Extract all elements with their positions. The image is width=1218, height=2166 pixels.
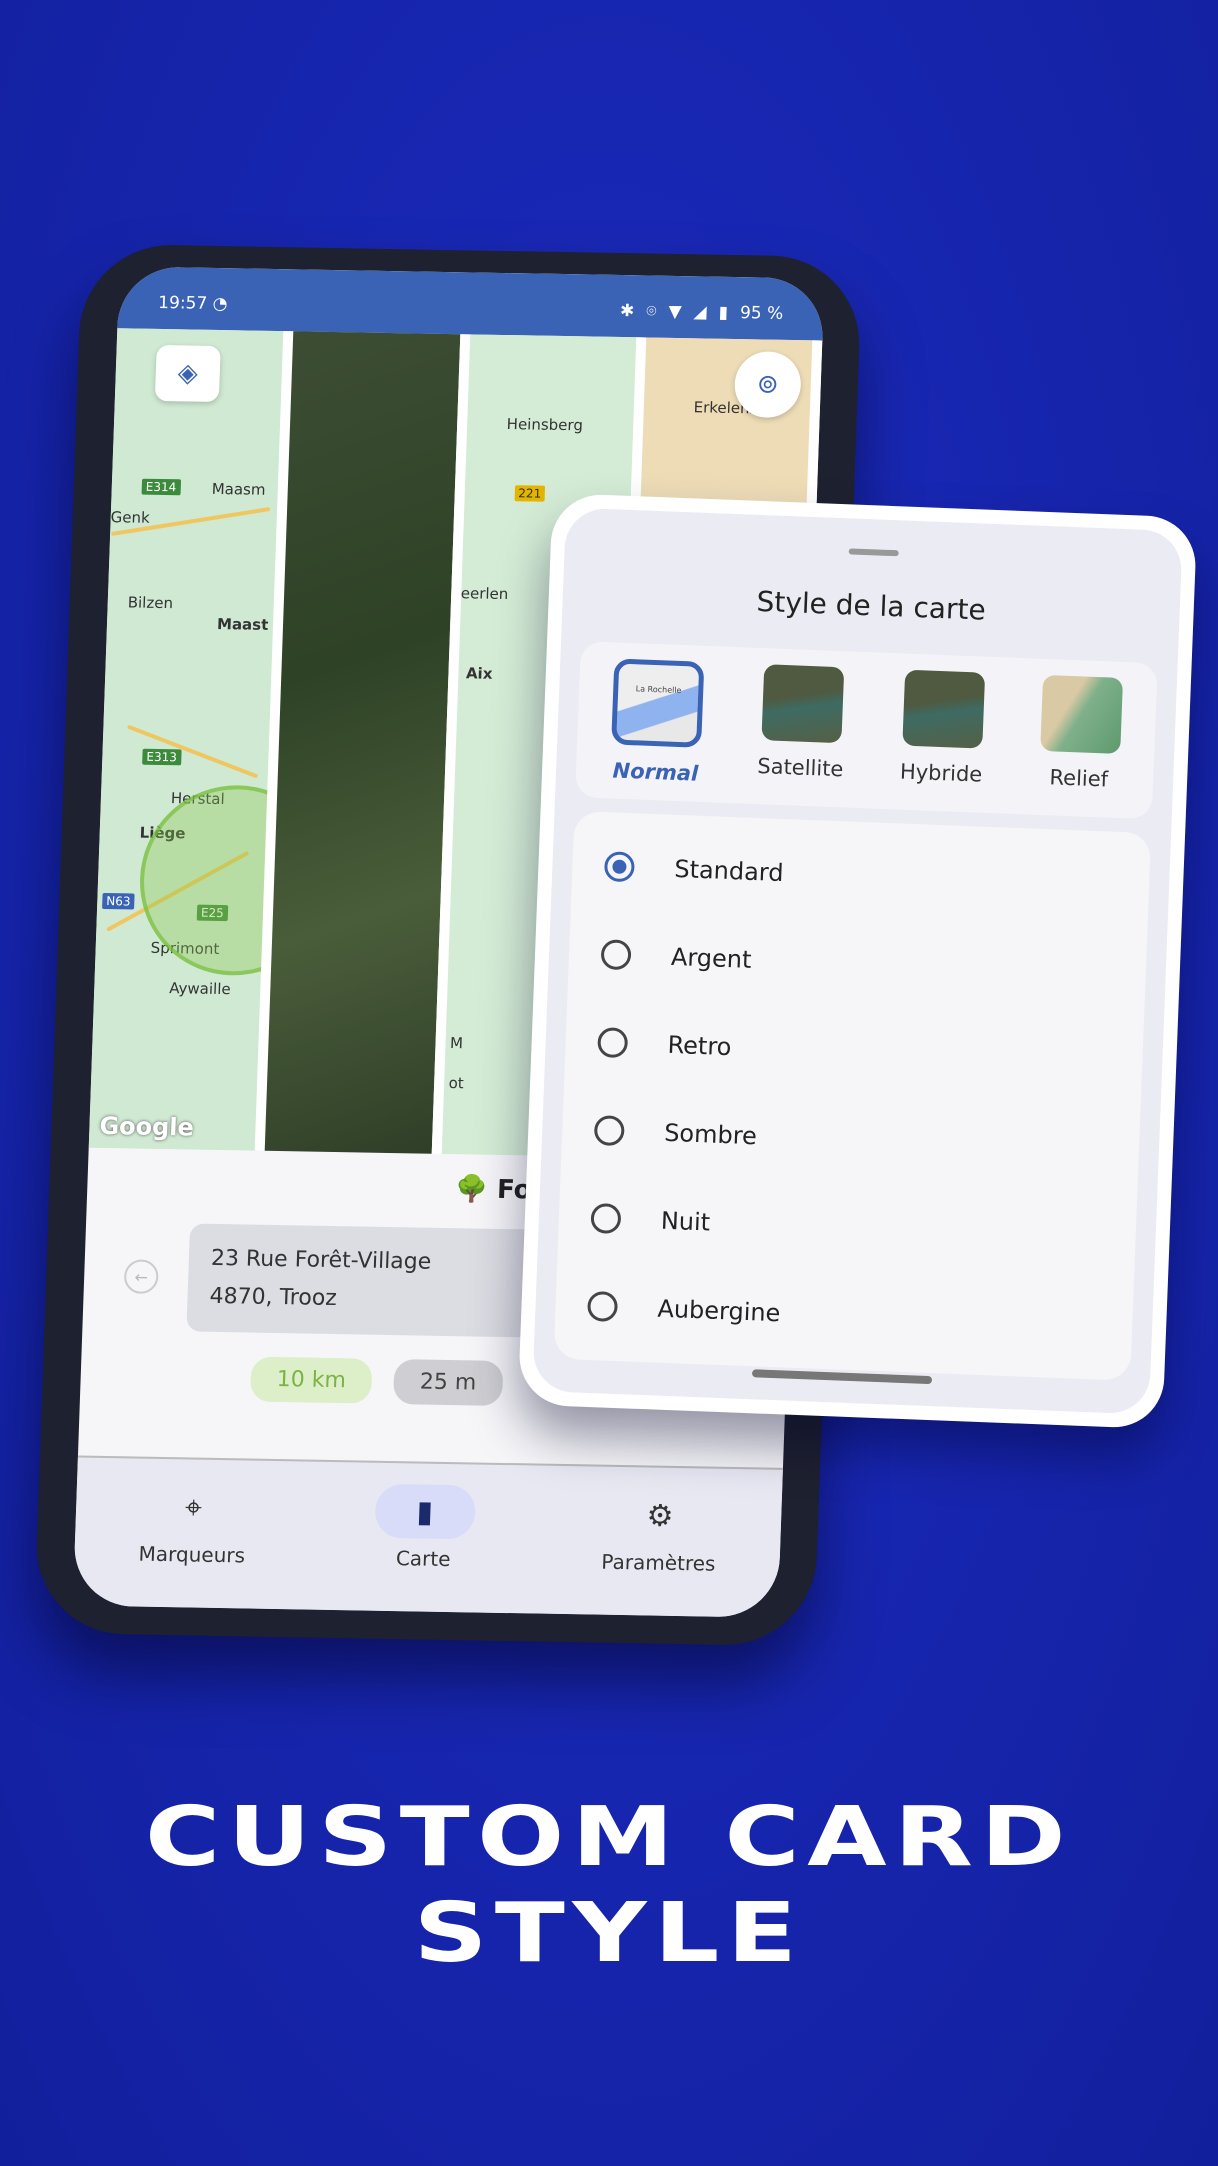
variant-label: Standard (673, 854, 785, 888)
nav-label: Carte (395, 1546, 451, 1572)
location-icon: ⌾ (645, 301, 657, 322)
map-label: E314 (141, 478, 181, 496)
drag-handle[interactable] (848, 548, 899, 557)
map-label: ot (448, 1074, 465, 1093)
altitude-chip[interactable]: 25 m (393, 1359, 504, 1406)
gear-icon: ⚙ (646, 1497, 675, 1534)
battery-level: 95 % (739, 303, 784, 324)
map-type-relief[interactable]: Relief (1038, 674, 1123, 802)
map-label: eerlen (460, 584, 509, 604)
style-variant-list: Standard Argent Retro Sombre Nuit Auberg… (553, 811, 1152, 1381)
pin-icon: ⌖ (184, 1489, 203, 1526)
layers-button[interactable]: ◈ (154, 344, 221, 402)
variant-aubergine[interactable]: Aubergine (586, 1262, 1102, 1370)
radio[interactable] (600, 939, 632, 971)
map-style-sheet: Style de la carte La Rochelle Normal Sate… (517, 492, 1198, 1430)
radius-chip[interactable]: 10 km (249, 1356, 373, 1404)
map-label: Genk (110, 508, 151, 527)
arrow-left-icon: ← (134, 1267, 149, 1287)
bluetooth-icon: ✱ (619, 301, 635, 322)
map-strip-normal: E314 Genk Maasm Bilzen Maast E313 Hersta… (88, 328, 294, 1151)
nav-label: Marqueurs (138, 1541, 246, 1568)
thumb-normal: La Rochelle (611, 658, 705, 748)
thumb-relief (1039, 674, 1123, 754)
status-time: 19:57 (157, 292, 208, 314)
thumb-satellite (761, 664, 845, 744)
map-label: Heinsberg (506, 415, 584, 435)
map-type-label: Normal (612, 758, 699, 786)
map-type-label: Hybride (899, 759, 983, 787)
variant-label: Retro (667, 1030, 732, 1062)
map-icon: ▮ (373, 1483, 476, 1540)
promo-headline: CUSTOM CARD STYLE (0, 1790, 1218, 1982)
google-attribution: Google (98, 1111, 195, 1142)
map-type-label: Relief (1049, 765, 1109, 792)
map-type-normal[interactable]: La Rochelle Normal (610, 658, 705, 786)
layers-icon: ◈ (177, 358, 199, 389)
map-label: 221 (514, 485, 546, 502)
map-label: Aywaille (169, 979, 231, 999)
map-label: M (449, 1034, 464, 1053)
radio[interactable] (593, 1115, 625, 1147)
variant-label: Argent (670, 942, 752, 974)
map-type-satellite[interactable]: Satellite (757, 664, 848, 791)
map-label: Maasm (211, 479, 266, 499)
map-label: Aix (465, 664, 493, 683)
nav-item-carte[interactable]: ▮ Carte (373, 1483, 476, 1572)
variant-label: Nuit (660, 1206, 711, 1237)
bottom-nav: ⌖ Marqueurs ▮ Carte ⚙ Paramètres (72, 1455, 783, 1618)
headline-line2: STYLE (413, 1886, 805, 1981)
radio[interactable] (586, 1290, 619, 1323)
map-label: Maast (216, 614, 269, 634)
back-button[interactable]: ← (123, 1259, 159, 1294)
headline-line1: CUSTOM CARD (144, 1790, 1074, 1885)
radio[interactable] (597, 1027, 629, 1059)
nav-item-parametres[interactable]: ⚙ Paramètres (601, 1488, 718, 1576)
radio[interactable] (590, 1202, 622, 1235)
thumb-hybride (902, 669, 985, 749)
map-type-selector: La Rochelle Normal Satellite Hybride Reli… (575, 641, 1158, 820)
sheet-title: Style de la carte (755, 584, 987, 627)
nav-label: Paramètres (601, 1549, 716, 1576)
crosshair-icon: ⊚ (756, 369, 780, 400)
map-type-label: Satellite (756, 754, 844, 782)
nav-item-marqueurs[interactable]: ⌖ Marqueurs (138, 1480, 247, 1568)
battery-icon: ▮ (718, 302, 729, 323)
variant-label: Sombre (663, 1118, 758, 1151)
wifi-icon: ▼ (668, 301, 682, 323)
moon-icon: ◔ (212, 293, 228, 315)
map-type-hybride[interactable]: Hybride (899, 669, 986, 797)
signal-icon: ◢ (693, 302, 708, 323)
map-strip-satellite (264, 331, 470, 1154)
map-label: N63 (102, 892, 135, 910)
variant-label: Aubergine (656, 1294, 781, 1328)
map-label: Bilzen (127, 593, 174, 613)
map-label: E313 (142, 748, 182, 766)
radio-selected[interactable] (603, 851, 636, 883)
